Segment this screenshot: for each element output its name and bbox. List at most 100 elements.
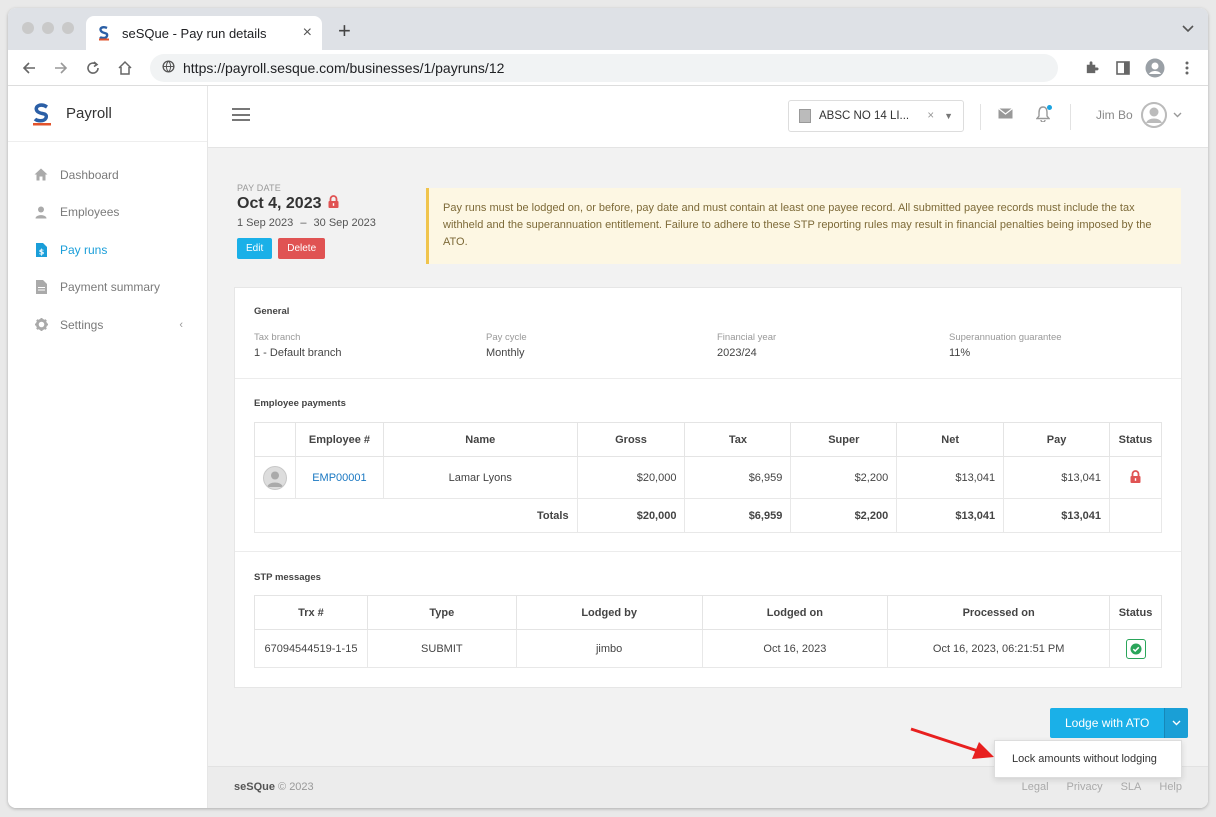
pay-cell: $13,041 (1003, 456, 1110, 499)
section-divider (235, 551, 1181, 552)
pay-date: Oct 4, 2023 (237, 195, 376, 213)
pay-period: 1 Sep 2023 – 30 Sep 2023 (237, 217, 376, 229)
extensions-puzzle-icon[interactable] (1080, 57, 1102, 79)
site-info-icon[interactable] (162, 59, 175, 76)
window-controls (22, 22, 74, 34)
back-arrow-icon[interactable] (18, 57, 40, 79)
user-menu[interactable]: Jim Bo (1096, 102, 1182, 128)
delete-button[interactable]: Delete (278, 238, 326, 259)
employee-id-link[interactable]: EMP00001 (312, 472, 366, 484)
pay-cycle-field: Pay cycle Monthly (486, 332, 527, 359)
table-row: 67094544519-1-15 SUBMIT jimbo Oct 16, 20… (254, 629, 1162, 668)
net-cell: $13,041 (896, 456, 1005, 499)
employee-id-cell[interactable]: EMP00001 (294, 456, 384, 499)
field-label: Superannuation guarantee (949, 332, 1062, 343)
success-check-icon[interactable] (1125, 638, 1146, 659)
chevron-left-icon: ‹ (179, 318, 183, 331)
sidebar-nav: Dashboard Employees $ Pay runs Payment s… (8, 142, 207, 344)
tab-search-chevron-icon[interactable] (1182, 20, 1194, 36)
user-name: Jim Bo (1096, 108, 1133, 122)
tab-bar: seSQue - Pay run details × + (8, 8, 1208, 50)
column-header: Gross (576, 422, 686, 457)
business-selector[interactable]: ABSC NO 14 LI... × ▼ (788, 100, 964, 132)
header-divider (1070, 104, 1071, 130)
hamburger-menu-icon[interactable] (232, 108, 250, 125)
home-icon[interactable] (114, 57, 136, 79)
pay-date-value: Oct 4, 2023 (237, 195, 322, 212)
sidebar-item-employees[interactable]: Employees (8, 194, 207, 232)
browser-window: seSQue - Pay run details × + https://pay… (8, 8, 1208, 808)
total-pay: $13,041 (1003, 498, 1110, 533)
lodge-options-chevron-icon[interactable] (1164, 708, 1189, 738)
bell-icon[interactable] (1035, 105, 1052, 125)
mail-icon[interactable] (998, 108, 1013, 122)
top-header: ABSC NO 14 LI... × ▼ Jim Bo (208, 86, 1208, 148)
type-cell: SUBMIT (366, 629, 517, 668)
clear-selection-icon[interactable]: × (927, 110, 934, 122)
footer-link-legal[interactable]: Legal (1022, 781, 1049, 793)
super-guarantee-field: Superannuation guarantee 11% (949, 332, 1062, 359)
sesque-favicon-icon (99, 26, 109, 41)
employee-name-cell: Lamar Lyons (382, 456, 578, 499)
pay-period-separator: – (300, 217, 307, 229)
user-avatar-icon (1140, 102, 1167, 128)
column-header: Lodged by (515, 595, 703, 630)
total-net: $13,041 (896, 498, 1005, 533)
sidebar-item-dashboard[interactable]: Dashboard (8, 156, 207, 194)
reload-icon[interactable] (82, 57, 104, 79)
field-label: Pay cycle (486, 332, 527, 343)
sidebar-item-pay-runs[interactable]: $ Pay runs (8, 231, 207, 269)
sidebar-item-label: Dashboard (60, 167, 119, 182)
close-window-button[interactable] (22, 22, 34, 34)
red-annotation-arrow-icon (910, 727, 994, 759)
caret-down-icon[interactable]: ▼ (944, 111, 953, 121)
total-tax: $6,959 (684, 498, 792, 533)
payroll-app: Payroll Dashboard Employees $ Pay runs P (8, 86, 1208, 808)
browser-menu-kebab-icon[interactable] (1176, 57, 1198, 79)
minimize-window-button[interactable] (42, 22, 54, 34)
total-gross: $20,000 (576, 498, 686, 533)
stp-rules-alert: Pay runs must be lodged on, or before, p… (426, 188, 1181, 264)
field-label: Tax branch (254, 332, 301, 343)
side-panel-icon[interactable] (1112, 57, 1134, 79)
url-bar[interactable]: https://payroll.sesque.com/businesses/1/… (150, 53, 1058, 82)
maximize-window-button[interactable] (62, 22, 74, 34)
field-value: Monthly (486, 347, 525, 359)
table-header-row: Employee # Name Gross Tax Super Net Pay … (254, 422, 1163, 457)
footer-link-privacy[interactable]: Privacy (1067, 781, 1103, 793)
tab-title: seSQue - Pay run details (122, 25, 267, 41)
status-cell (1108, 456, 1163, 499)
column-header: Type (366, 595, 517, 630)
column-header: Name (382, 422, 578, 457)
tab-close-icon[interactable]: × (303, 24, 312, 42)
sidebar-item-payment-summary[interactable]: Payment summary (8, 269, 207, 307)
lodge-with-ato-button[interactable]: Lodge with ATO (1050, 708, 1165, 738)
footer-link-sla[interactable]: SLA (1121, 781, 1142, 793)
stp-messages-table: Trx # Type Lodged by Lodged on Processed… (254, 595, 1162, 668)
pay-run-details-card: General Tax branch 1 - Default branch Pa… (234, 287, 1182, 688)
column-header: Net (896, 422, 1005, 457)
url-text: https://payroll.sesque.com/businesses/1/… (183, 59, 505, 76)
status-cell (1109, 629, 1162, 668)
lodge-split-button: Lodge with ATO (1050, 708, 1189, 738)
gross-cell: $20,000 (576, 456, 686, 499)
total-super: $2,200 (790, 498, 898, 533)
sidebar-item-settings[interactable]: Settings ‹ (8, 306, 207, 344)
footer-link-help[interactable]: Help (1159, 781, 1182, 793)
forward-arrow-icon[interactable] (50, 57, 72, 79)
pay-run-actions: Edit Delete (237, 238, 376, 259)
browser-tab[interactable]: seSQue - Pay run details × (86, 16, 322, 50)
lock-amounts-menu-item[interactable]: Lock amounts without lodging (994, 740, 1182, 778)
new-tab-plus-icon[interactable]: + (338, 18, 351, 44)
pay-date-label: PAY DATE (237, 183, 281, 193)
brand[interactable]: Payroll (8, 86, 207, 142)
building-icon (799, 109, 811, 123)
edit-button[interactable]: Edit (237, 238, 273, 259)
general-section-title: General (254, 306, 290, 317)
column-header: Employee # (294, 422, 384, 457)
tax-cell: $6,959 (684, 456, 792, 499)
employee-payments-title: Employee payments (254, 398, 346, 409)
lock-icon (328, 195, 339, 213)
field-value: 2023/24 (717, 347, 757, 359)
profile-avatar-icon[interactable] (1144, 57, 1166, 79)
